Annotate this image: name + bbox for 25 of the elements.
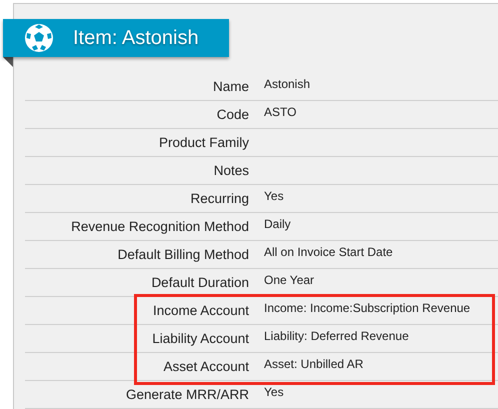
field-label: Notes <box>212 163 249 178</box>
field-label: Income Account <box>152 303 249 318</box>
banner-fold-icon <box>3 57 13 67</box>
field-label: Name <box>212 79 249 94</box>
field-value: Yes <box>264 188 284 202</box>
soccer-ball-icon <box>24 23 54 53</box>
field-value: Daily <box>264 216 291 230</box>
item-title: Item: Astonish <box>73 26 199 50</box>
field-value: All on Invoice Start Date <box>264 244 393 258</box>
field-label: Default Billing Method <box>116 247 249 262</box>
field-label: Asset Account <box>162 359 249 374</box>
field-value: Asset: Unbilled AR <box>264 356 364 370</box>
field-label: Code <box>216 107 249 122</box>
field-label: Revenue Recognition Method <box>70 219 249 234</box>
field-value: Liability: Deferred Revenue <box>264 328 409 342</box>
field-label: Liability Account <box>151 331 249 346</box>
field-label: Generate MRR/ARR <box>124 387 249 402</box>
field-value: Astonish <box>264 76 310 90</box>
field-value: ASTO <box>264 104 296 118</box>
field-value: Yes <box>264 384 284 398</box>
field-value: One Year <box>264 272 314 286</box>
field-label: Product Family <box>158 135 249 150</box>
field-label: Default Duration <box>150 275 249 290</box>
field-value: Income: Income:Subscription Revenue <box>264 300 470 314</box>
field-label: Recurring <box>189 191 249 206</box>
